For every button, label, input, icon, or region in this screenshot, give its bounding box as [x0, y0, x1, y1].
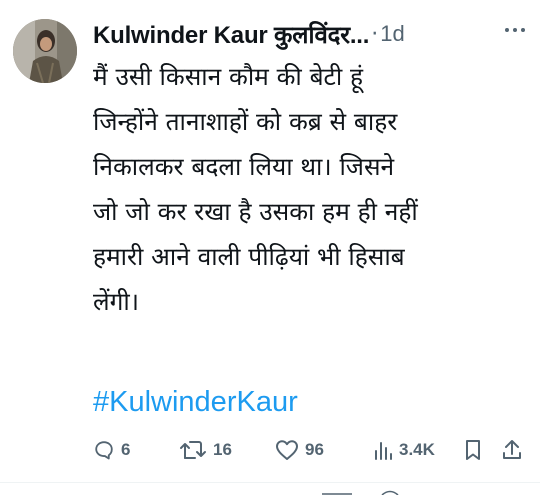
retweet-icon: [180, 441, 206, 459]
tweet-text-line: लेंगी।: [93, 287, 140, 316]
share-icon: [503, 440, 521, 459]
avatar[interactable]: [13, 19, 77, 83]
tweet-text-line: हमारी आने वाली पीढ़ियां भी हिसाब: [93, 242, 405, 271]
views-button[interactable]: 3.4K: [373, 434, 435, 466]
heart-icon: [276, 440, 298, 460]
reply-button[interactable]: 6: [93, 434, 130, 466]
reply-icon: [95, 441, 113, 460]
retweet-count: 16: [213, 440, 232, 459]
tweet-text-line: निकालकर बदला लिया था। जिसने: [93, 152, 395, 181]
action-bar: 6 16 96 3.4K: [93, 434, 528, 466]
like-count: 96: [305, 440, 324, 459]
more-icon[interactable]: [504, 25, 526, 35]
tweet-header: Kulwinder Kaur कुलविंदर... · 1d: [93, 19, 526, 49]
views-icon: [375, 442, 392, 460]
tweet-text: मैं उसी किसान कौम की बेटी हूं जिन्होंने …: [93, 54, 523, 324]
next-tweet-edge: [322, 490, 399, 495]
header-separator: ·: [371, 21, 379, 47]
share-button[interactable]: [501, 434, 523, 466]
reply-count: 6: [121, 440, 131, 459]
like-button[interactable]: 96: [275, 434, 324, 466]
tweet-text-line: जो जो कर रखा है उसका हम ही नहीं: [93, 197, 418, 226]
bookmark-icon: [466, 440, 480, 460]
views-count: 3.4K: [399, 440, 435, 459]
retweet-button[interactable]: 16: [179, 434, 232, 466]
tweet-text-line: जिन्होंने तानाशाहों को कब्र से बाहर: [93, 107, 398, 136]
tweet-text-line: मैं उसी किसान कौम की बेटी हूं: [93, 62, 364, 91]
author-name[interactable]: Kulwinder Kaur कुलविंदर...: [93, 18, 369, 51]
hashtag-link[interactable]: #KulwinderKaur: [93, 386, 298, 419]
divider: [0, 482, 540, 483]
avatar-image: [13, 19, 77, 83]
timestamp[interactable]: 1d: [380, 21, 404, 47]
bookmark-button[interactable]: [463, 434, 483, 466]
